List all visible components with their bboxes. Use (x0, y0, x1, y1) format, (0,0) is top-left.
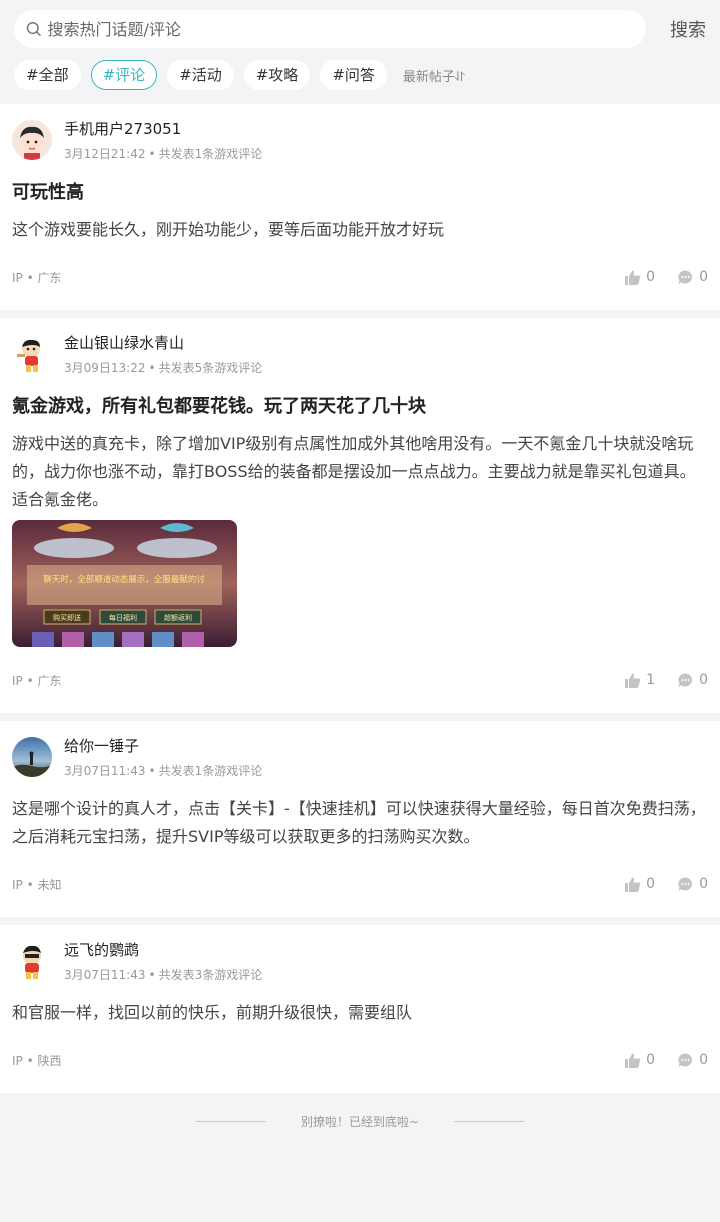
search-input[interactable] (47, 19, 646, 39)
image-button-rebate: 超额返利 (164, 613, 192, 622)
post-content: 游戏中送的真充卡，除了增加VIP级别有点属性加成外其他啥用没有。一天不氪金几十块… (12, 434, 696, 509)
comment-button[interactable]: 0 (677, 1052, 708, 1069)
like-button[interactable]: 0 (624, 269, 655, 286)
search-button[interactable]: 搜索 (654, 16, 706, 42)
comment-button[interactable]: 0 (677, 269, 708, 286)
comment-button[interactable]: 0 (677, 876, 708, 893)
comment-button[interactable]: 0 (677, 672, 708, 689)
end-of-list: 别撩啦！已经到底啦~ (0, 1101, 720, 1141)
post-content: 这个游戏要能长久，刚开始功能少，要等后面功能开放才好玩 (12, 220, 445, 239)
thumb-up-icon (625, 877, 641, 892)
comment-icon (678, 876, 693, 891)
like-count: 0 (646, 269, 656, 285)
post-footer: IP • 未知 0 0 (12, 851, 708, 917)
search-box[interactable] (14, 10, 646, 48)
comment-icon (678, 269, 693, 284)
post-stats: 共发表1条游戏评论 (158, 147, 263, 161)
post-title: 可玩性高 (12, 182, 84, 203)
like-count: 1 (646, 672, 656, 688)
post-content: 和官服一样，找回以前的快乐，前期升级很快，需要组队 (12, 1003, 413, 1022)
post-meta: 3月07日11:43 • 共发表1条游戏评论 (64, 764, 263, 778)
comment-count: 0 (699, 269, 708, 285)
end-text: 别撩啦！已经到底啦~ (300, 1114, 420, 1129)
ip-location: IP • 陕西 (12, 1053, 62, 1068)
post-content: 这是哪个设计的真人才，点击【关卡】-【快速挂机】可以快速获得大量经验，每日首次免… (12, 799, 706, 846)
post-stats: 共发表3条游戏评论 (158, 968, 263, 982)
post-header: 给你一锤子 3月07日11:43 • 共发表1条游戏评论 (12, 737, 708, 779)
comment-count: 0 (699, 1052, 708, 1068)
author-name[interactable]: 远飞的鹦鹉 (64, 939, 262, 961)
like-count: 0 (646, 1052, 656, 1068)
post-meta: 3月07日11:43 • 共发表3条游戏评论 (64, 968, 263, 982)
tag-comments[interactable]: #评论 (90, 60, 158, 90)
like-count: 0 (646, 876, 656, 892)
post-meta: 3月09日13:22 • 共发表5条游戏评论 (64, 361, 263, 375)
post-header: 金山银山绿水青山 3月09日13:22 • 共发表5条游戏评论 (12, 334, 708, 376)
author-name[interactable]: 金山银山绿水青山 (64, 332, 262, 354)
comment-icon (678, 1052, 693, 1067)
post-card[interactable]: 金山银山绿水青山 3月09日13:22 • 共发表5条游戏评论 氪金游戏，所有礼包都… (0, 318, 720, 713)
avatar[interactable] (12, 737, 52, 777)
post-card[interactable]: 远飞的鹦鹉 3月07日11:43 • 共发表3条游戏评论 和官服一样，找回以前的快乐… (0, 925, 720, 1093)
avatar[interactable] (12, 120, 52, 160)
image-button-buy: 购买即送 (53, 613, 81, 622)
thumb-up-icon (625, 270, 641, 285)
search-icon (26, 21, 41, 37)
comment-count: 0 (699, 876, 708, 892)
ip-location: IP • 广东 (12, 673, 62, 688)
post-footer: IP • 广东 1 0 (12, 647, 708, 713)
avatar[interactable] (12, 941, 52, 981)
like-button[interactable]: 1 (624, 672, 655, 689)
search-row: 搜索 (14, 10, 706, 48)
ip-location: IP • 未知 (12, 877, 62, 892)
post-date: 3月07日11:43 (64, 968, 146, 982)
sort-dropdown[interactable]: 最新帖子⥯ (403, 66, 465, 85)
comment-count: 0 (699, 672, 708, 688)
comment-icon (678, 672, 693, 687)
author-name[interactable]: 手机用户273051 (64, 118, 262, 140)
post-date: 3月12日21:42 (64, 147, 146, 161)
like-button[interactable]: 0 (624, 1052, 655, 1069)
post-footer: IP • 广东 0 0 (12, 244, 708, 310)
tag-events[interactable]: #活动 (167, 60, 234, 90)
image-button-daily: 每日福利 (109, 613, 137, 622)
avatar[interactable] (12, 334, 52, 374)
post-date: 3月07日11:43 (64, 764, 146, 778)
divider (454, 1120, 525, 1122)
like-button[interactable]: 0 (624, 876, 655, 893)
tag-all[interactable]: #全部 (14, 60, 81, 90)
top-bar: 搜索 #全部 #评论 #活动 #攻略 #问答 最新帖子⥯ (0, 0, 720, 104)
post-stats: 共发表1条游戏评论 (158, 764, 263, 778)
ip-location: IP • 广东 (12, 270, 62, 285)
image-notice: 聊天时，全部顺道动态展示，全服最献的讨 (43, 574, 205, 585)
thumb-up-icon (625, 673, 641, 688)
post-date: 3月09日13:22 (64, 361, 146, 375)
divider (195, 1120, 266, 1122)
post-header: 手机用户273051 3月12日21:42 • 共发表1条游戏评论 (12, 120, 708, 162)
post-title: 氪金游戏，所有礼包都要花钱。玩了两天花了几十块 (12, 396, 426, 417)
tag-guides[interactable]: #攻略 (243, 60, 311, 90)
tag-qa[interactable]: #问答 (320, 60, 387, 90)
post-header: 远飞的鹦鹉 3月07日11:43 • 共发表3条游戏评论 (12, 941, 708, 983)
post-card[interactable]: 手机用户273051 3月12日21:42 • 共发表1条游戏评论 可玩性高 这个游… (0, 104, 720, 310)
author-name[interactable]: 给你一锤子 (64, 735, 262, 757)
post-stats: 共发表5条游戏评论 (158, 361, 263, 375)
post-meta: 3月12日21:42 • 共发表1条游戏评论 (64, 147, 263, 161)
post-footer: IP • 陕西 0 0 (12, 1027, 708, 1093)
post-card[interactable]: 给你一锤子 3月07日11:43 • 共发表1条游戏评论 这是哪个设计的真人才，点击… (0, 721, 720, 917)
post-image[interactable]: 聊天时，全部顺道动态展示，全服最献的讨 购买即送 每日福利 超额返利 (12, 520, 237, 647)
filter-row: #全部 #评论 #活动 #攻略 #问答 最新帖子⥯ (14, 60, 706, 90)
thumb-up-icon (625, 1053, 641, 1068)
